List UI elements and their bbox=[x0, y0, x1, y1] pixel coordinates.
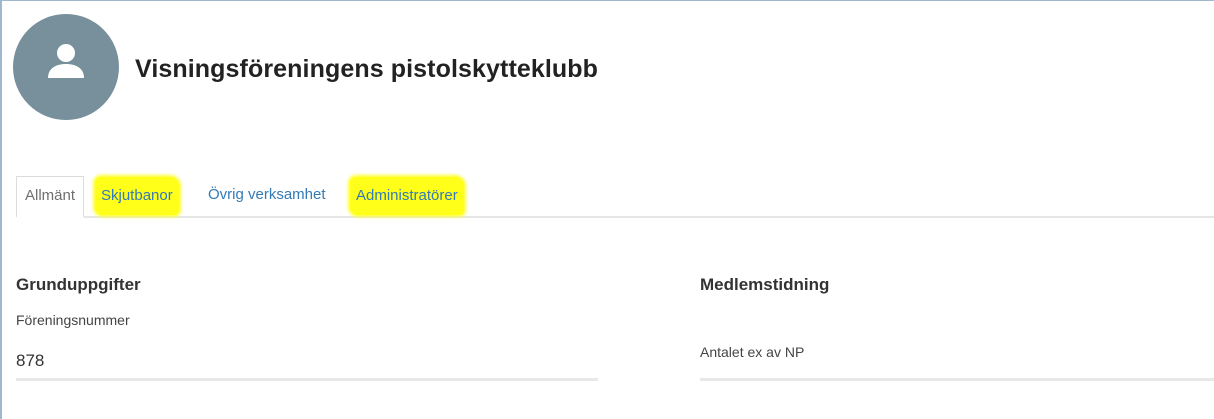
tab-ovrig-verksamhet[interactable]: Övrig verksamhet bbox=[208, 176, 326, 216]
tab-allmant[interactable]: Allmänt bbox=[16, 176, 85, 218]
tab-skjutbanor[interactable]: Skjutbanor bbox=[95, 177, 179, 215]
club-avatar bbox=[13, 14, 119, 120]
club-number-field[interactable]: 878 bbox=[16, 351, 44, 371]
tab-bar: Allmänt Skjutbanor Övrig verksamhet Admi… bbox=[16, 176, 1214, 218]
person-icon bbox=[48, 44, 84, 78]
copies-label: Antalet ex av NP bbox=[700, 344, 805, 360]
club-number-label: Föreningsnummer bbox=[16, 312, 130, 328]
section-title-basic-info: Grunduppgifter bbox=[16, 275, 141, 294]
page-title: Visningsföreningens pistolskytteklubb bbox=[135, 55, 599, 83]
copies-underline bbox=[700, 378, 1214, 381]
club-number-underline bbox=[16, 378, 598, 381]
tab-administratorer[interactable]: Administratörer bbox=[350, 177, 464, 215]
section-title-member-magazine: Medlemstidning bbox=[700, 275, 830, 294]
